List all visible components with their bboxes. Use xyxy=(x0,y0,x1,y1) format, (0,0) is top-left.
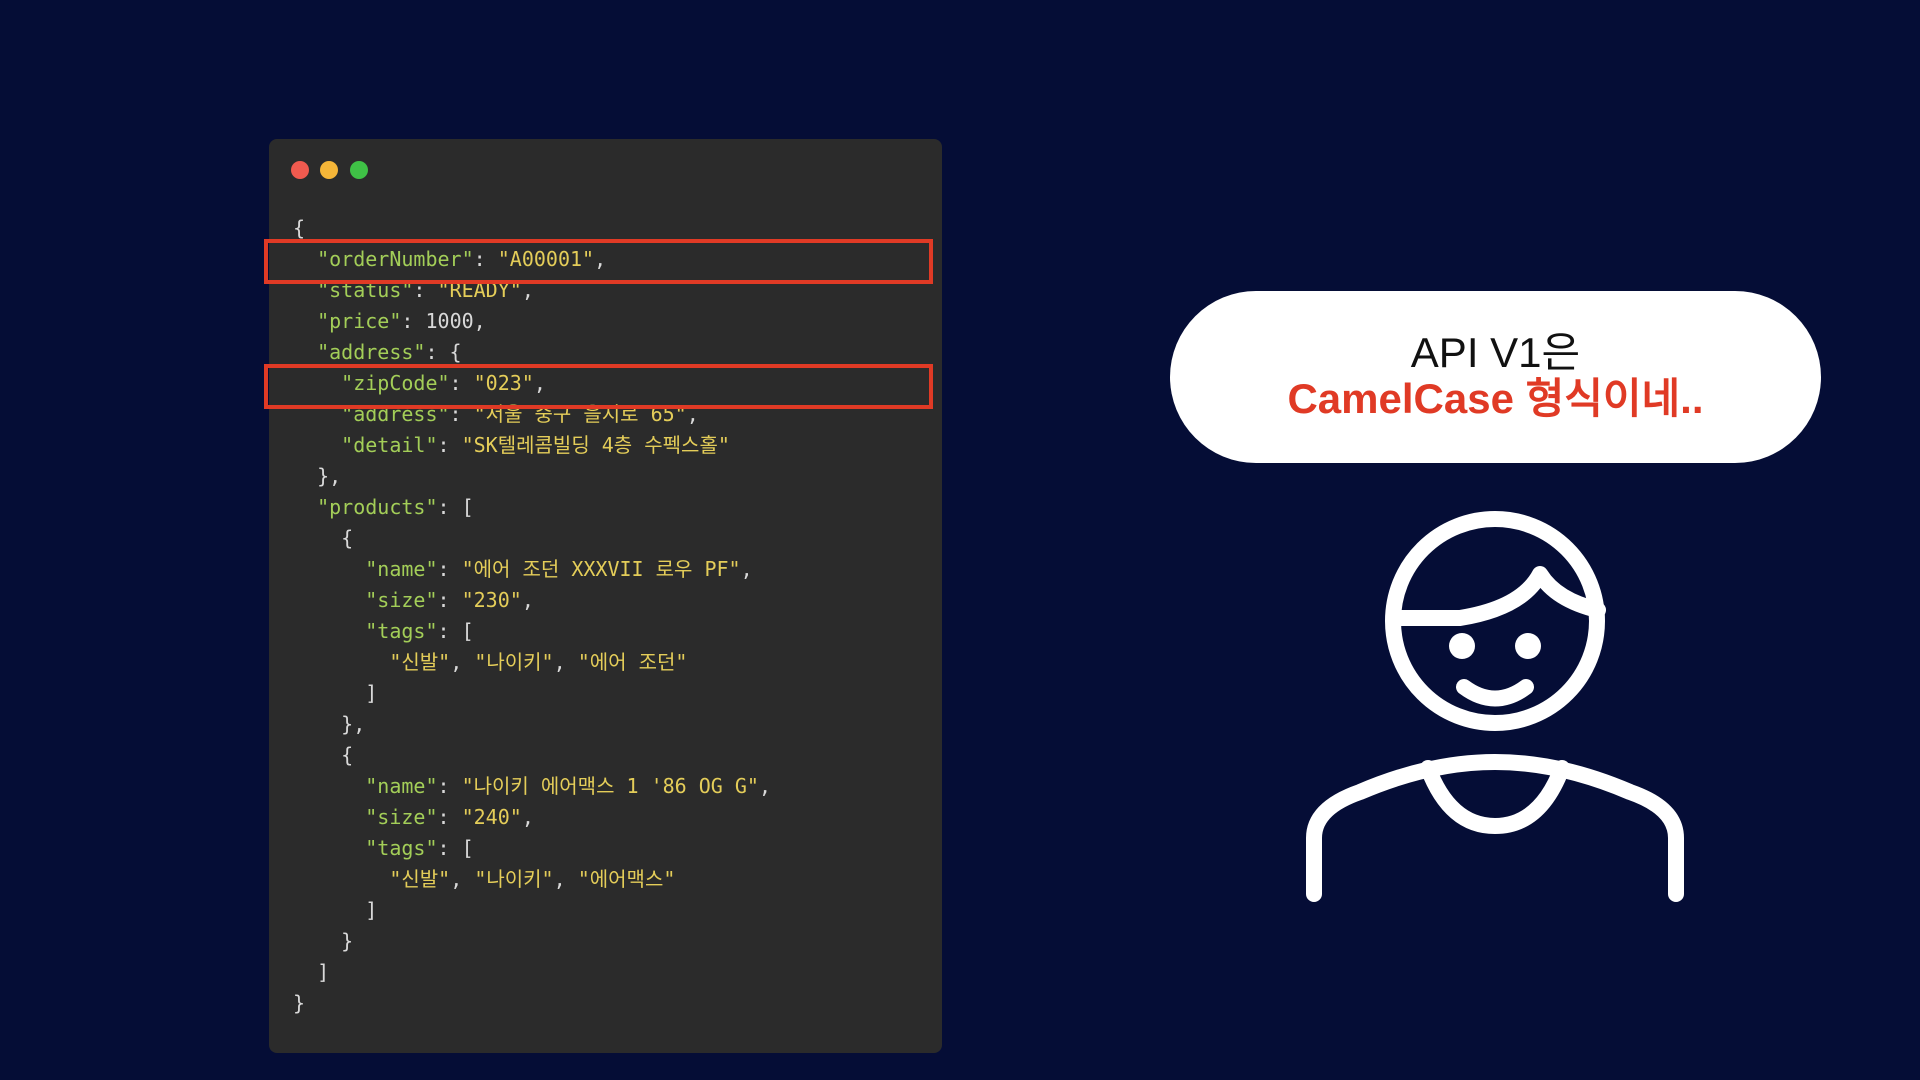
code-line: }, xyxy=(293,464,342,488)
json-value: "230" xyxy=(461,588,522,612)
code-line: "신발", "나이키", "에어맥스" xyxy=(389,867,676,891)
json-tag: "나이키" xyxy=(474,867,554,891)
person-left-eye xyxy=(1449,633,1475,659)
code-line: "tags": [ xyxy=(365,619,474,643)
person-right-eye xyxy=(1515,633,1541,659)
json-key: "address" xyxy=(317,340,426,364)
code-line: "size": "240", xyxy=(365,805,534,829)
speech-bubble-line1: API V1은 xyxy=(1410,329,1581,376)
code-line: ] xyxy=(293,898,378,922)
json-value: "나이키 에어맥스 1 '86 OG G" xyxy=(461,774,759,798)
json-key: "products" xyxy=(317,495,438,519)
json-key: "detail" xyxy=(341,433,438,457)
json-key: "tags" xyxy=(365,836,438,860)
json-key: "size" xyxy=(365,805,438,829)
json-tag: "에어 조던" xyxy=(577,650,688,674)
speech-bubble: API V1은 CamelCase 형식이네.. xyxy=(1170,291,1821,463)
code-line: "price": 1000, xyxy=(317,309,486,333)
code-line: "size": "230", xyxy=(365,588,534,612)
code-line: }, xyxy=(293,712,366,736)
close-window-dot[interactable] xyxy=(291,161,309,179)
code-line: ] xyxy=(293,960,330,984)
code-line: } xyxy=(293,991,306,1015)
code-line: { xyxy=(293,743,354,767)
json-code-block: { "orderNumber": "A00001", "status": "RE… xyxy=(293,213,771,1019)
code-line: "name": "에어 조던 XXXVII 로우 PF", xyxy=(365,557,753,581)
person-smile xyxy=(1456,679,1534,707)
maximize-window-dot[interactable] xyxy=(350,161,368,179)
json-value: "SK텔레콤빌딩 4층 수펙스홀" xyxy=(461,433,730,457)
json-value: "240" xyxy=(461,805,522,829)
json-key: "name" xyxy=(365,557,438,581)
json-value: 1000 xyxy=(425,309,474,333)
json-key: "size" xyxy=(365,588,438,612)
code-line: } xyxy=(293,929,354,953)
code-line: "name": "나이키 에어맥스 1 '86 OG G", xyxy=(365,774,772,798)
code-line: ] xyxy=(293,681,378,705)
code-line: "detail": "SK텔레콤빌딩 4층 수펙스홀" xyxy=(341,433,730,457)
json-value: "에어 조던 XXXVII 로우 PF" xyxy=(461,557,741,581)
json-key: "name" xyxy=(365,774,438,798)
person-neck xyxy=(1420,760,1570,834)
json-tag: "신발" xyxy=(389,650,451,674)
code-line: { xyxy=(293,526,354,550)
json-tag: "신발" xyxy=(389,867,451,891)
code-line: "products": [ xyxy=(317,495,474,519)
code-line: "신발", "나이키", "에어 조던" xyxy=(389,650,688,674)
json-tag: "에어맥스" xyxy=(577,867,676,891)
person-icon xyxy=(1306,511,1684,902)
zip-code-highlight-box xyxy=(264,364,933,409)
json-tag: "나이키" xyxy=(474,650,554,674)
code-line: "tags": [ xyxy=(365,836,474,860)
json-key: "price" xyxy=(317,309,402,333)
json-key: "tags" xyxy=(365,619,438,643)
speech-bubble-line2: CamelCase 형식이네.. xyxy=(1287,375,1704,422)
order-number-highlight-box xyxy=(264,239,933,284)
minimize-window-dot[interactable] xyxy=(320,161,338,179)
